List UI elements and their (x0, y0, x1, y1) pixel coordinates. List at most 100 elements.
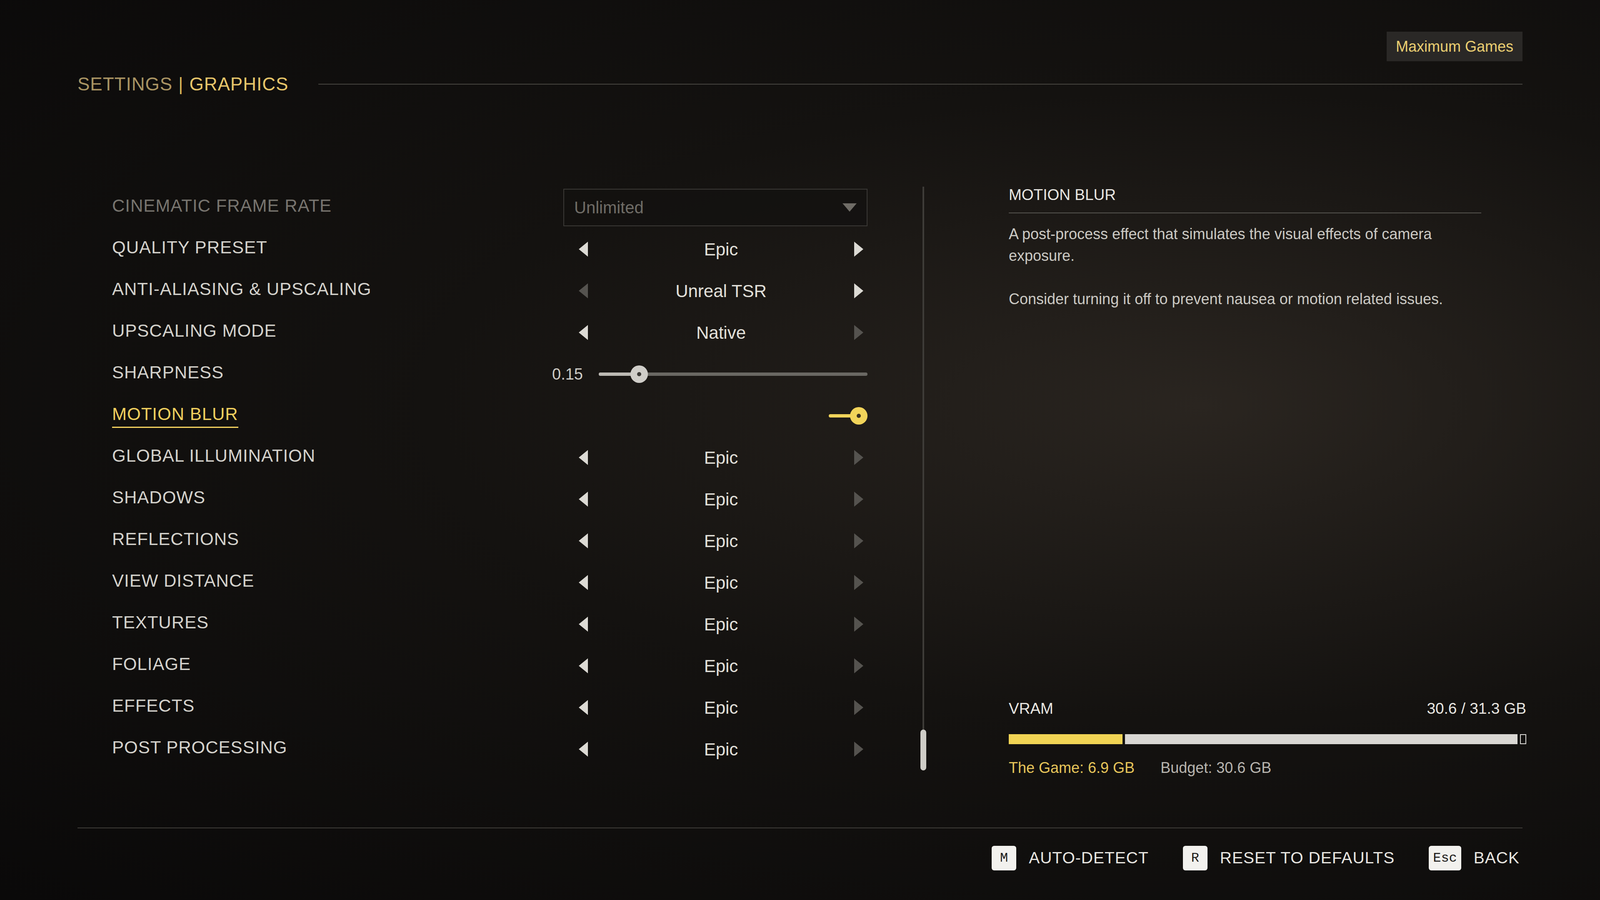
arrow-right-icon[interactable] (854, 241, 864, 257)
selector-value: Epic (704, 652, 739, 680)
selector-value: Epic (704, 569, 739, 596)
selector-value: Epic (704, 736, 739, 763)
slider-knob[interactable] (630, 365, 648, 383)
selector[interactable]: Epic (563, 569, 868, 596)
setting-row[interactable]: GLOBAL ILLUMINATIONEpic (112, 436, 923, 479)
arrow-right-icon[interactable] (854, 741, 864, 757)
arrow-left-icon[interactable] (578, 616, 588, 632)
arrow-right-icon[interactable] (854, 491, 864, 507)
header-line (318, 83, 1523, 85)
arrow-right-icon[interactable] (854, 575, 864, 590)
setting-row[interactable]: TEXTURES Epic (112, 603, 923, 645)
breadcrumb-section[interactable]: SETTINGS (77, 70, 173, 98)
setting-row[interactable]: VIEW DISTANCE Epic (112, 561, 923, 604)
setting-row[interactable]: EFFECTS Epic (112, 686, 923, 729)
arrow-right-icon[interactable] (854, 450, 864, 465)
footer-action[interactable]: MAUTO-DETECT (991, 845, 1149, 871)
arrow-left-icon[interactable] (578, 575, 588, 590)
setting-label: VIEW DISTANCE (112, 570, 255, 595)
vram-meter: VRAM30.6 / 31.3 GBThe Game: 6.9 GBBudget… (1008, 697, 1527, 783)
description-title: MOTION BLUR (1008, 183, 1482, 214)
arrow-left-icon[interactable] (578, 325, 588, 340)
vram-budget-text: Budget: 30.6 GB (1160, 756, 1272, 780)
breadcrumb-separator: | (178, 70, 184, 98)
setting-row[interactable]: FOLIAGE Epic (112, 645, 923, 687)
setting-label: QUALITY PRESET (112, 237, 268, 261)
selector[interactable]: Epic (563, 736, 868, 763)
vram-free (1520, 734, 1527, 745)
setting-label: FOLIAGE (112, 653, 191, 678)
arrow-left-icon[interactable] (578, 450, 588, 465)
footer-label: RESET TO DEFAULTS (1220, 845, 1395, 871)
setting-row[interactable]: UPSCALING MODENative (112, 311, 923, 354)
scrollbar-thumb[interactable] (920, 729, 927, 771)
setting-label: SHADOWS (112, 487, 206, 511)
footer-action[interactable]: EscBACK (1428, 845, 1520, 871)
selector[interactable]: Epic (563, 652, 868, 680)
selector-value: Epic (704, 694, 739, 721)
slider-reading: 0.15 (552, 362, 578, 387)
setting-row[interactable]: QUALITY PRESET Epic (112, 228, 923, 270)
scrollbar[interactable] (922, 186, 925, 771)
selector[interactable]: Epic (563, 694, 868, 721)
arrow-left-icon[interactable] (578, 700, 588, 715)
vram-label: VRAM (1008, 697, 1054, 721)
breadcrumb-page: GRAPHICS (189, 70, 289, 98)
footer-label: AUTO-DETECT (1028, 845, 1149, 871)
footer: MAUTO-DETECT R RESET TO DEFAULTS EscBACK (0, 845, 1600, 871)
main: CINEMATIC FRAME RATE Unlimited QUALITY PRE… (0, 186, 1600, 783)
selector[interactable]: Epic (563, 236, 868, 263)
footer-line (77, 827, 1523, 829)
setting-row[interactable]: CINEMATIC FRAME RATE Unlimited (112, 186, 923, 229)
setting-label: TEXTURES (112, 612, 209, 636)
selector[interactable]: Native (563, 319, 868, 346)
arrow-right-icon[interactable] (854, 533, 864, 549)
arrow-left-icon[interactable] (578, 241, 588, 257)
publisher-badge: Maximum Games (1386, 31, 1523, 62)
arrow-right-icon[interactable] (854, 616, 864, 632)
setting-row[interactable]: SHADOWS Epic (112, 478, 923, 520)
selector-value: Epic (704, 444, 739, 471)
selector-value: Epic (704, 486, 739, 513)
selector[interactable]: Epic (563, 611, 868, 638)
selector-value: Epic (704, 236, 739, 263)
toggle[interactable] (828, 407, 868, 425)
setting-row[interactable]: SHARPNESS 0.15 (112, 353, 923, 395)
arrow-right-icon[interactable] (854, 700, 864, 715)
selector[interactable]: Unreal TSR (563, 277, 868, 305)
setting-row[interactable]: MOTION BLUR (112, 395, 923, 437)
arrow-left-icon[interactable] (578, 533, 588, 549)
setting-row[interactable]: POST PROCESSINGEpic (112, 728, 923, 770)
slider[interactable]: 0.15 (563, 362, 868, 387)
badge-row: Maximum Games (0, 0, 1600, 62)
selector-value: Native (696, 319, 746, 346)
arrow-right-icon[interactable] (854, 283, 864, 299)
settings-list: CINEMATIC FRAME RATE Unlimited QUALITY PRE… (0, 186, 923, 783)
selector-value: Epic (704, 611, 739, 638)
selector[interactable]: Epic (563, 527, 868, 555)
arrow-right-icon[interactable] (854, 658, 864, 674)
dropdown-value: Unlimited (574, 195, 644, 220)
arrow-left-icon[interactable] (578, 741, 588, 757)
selector-value: Epic (704, 527, 739, 555)
arrow-left-icon[interactable] (578, 658, 588, 674)
chevron-down-icon (842, 203, 857, 212)
setting-label: EFFECTS (112, 695, 195, 720)
vram-bar (1008, 734, 1527, 745)
selector[interactable]: Epic (563, 444, 868, 471)
footer-action[interactable]: R RESET TO DEFAULTS (1182, 845, 1395, 871)
arrow-left-icon[interactable] (578, 491, 588, 507)
arrow-left-icon[interactable] (578, 283, 588, 299)
setting-row[interactable]: ANTI-ALIASING & UPSCALING Unreal TSR (112, 270, 923, 312)
vram-reading: 30.6 / 31.3 GB (1426, 697, 1527, 721)
toggle-row (563, 407, 868, 425)
selector[interactable]: Epic (563, 486, 868, 513)
slider-track[interactable] (598, 372, 868, 376)
setting-row[interactable]: REFLECTIONSEpic (112, 520, 923, 562)
arrow-right-icon[interactable] (854, 325, 864, 340)
setting-label: CINEMATIC FRAME RATE (112, 195, 332, 220)
setting-label: ANTI-ALIASING & UPSCALING (112, 278, 372, 303)
setting-label: SHARPNESS (112, 362, 224, 386)
dropdown[interactable]: Unlimited (563, 188, 868, 227)
key-cap: R (1182, 845, 1208, 871)
